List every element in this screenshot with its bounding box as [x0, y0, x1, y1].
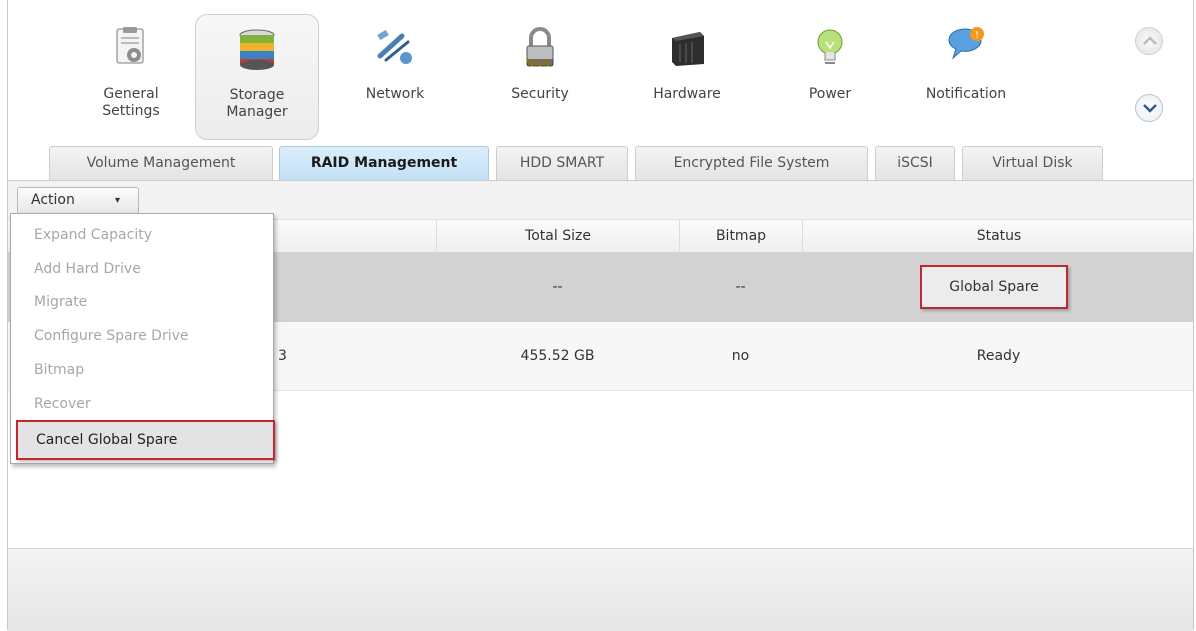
action-label: Action — [31, 192, 75, 208]
power-bulb-icon — [817, 29, 843, 64]
status-footer — [8, 548, 1193, 631]
tab-bar: Volume Management RAID Management HDD SM… — [8, 146, 1193, 180]
tab-volume-management[interactable]: Volume Management — [49, 146, 273, 180]
toolbar-label: Notification — [904, 86, 1028, 103]
general-settings-icon — [116, 27, 144, 64]
tab-hdd-smart[interactable]: HDD SMART — [496, 146, 628, 180]
cell-name — [278, 253, 298, 322]
toolbar-security[interactable]: Security — [478, 14, 602, 140]
control-panel-toolbar: General Settings Storage Manager Network… — [8, 0, 1193, 146]
column-header-bitmap[interactable]: Bitmap — [679, 220, 802, 253]
toolbar-label-line: General — [103, 86, 159, 102]
chevron-up-icon — [1143, 36, 1157, 45]
action-dropdown-button[interactable]: Action ▾ — [17, 187, 139, 214]
storage-manager-icon — [239, 29, 275, 70]
toolbar-label-line: Settings — [102, 103, 160, 119]
toolbar-label-line: Power — [808, 86, 852, 102]
toolbar-label-line: Network — [365, 86, 425, 102]
toolbar-label: Storage Manager — [196, 87, 318, 121]
toolbar-label: Network — [333, 86, 457, 103]
menu-item-add-hard-drive[interactable]: Add Hard Drive — [11, 252, 273, 286]
menu-item-cancel-global-spare[interactable]: Cancel Global Spare — [16, 420, 275, 460]
cell-status: Ready — [976, 348, 1021, 364]
cell-bitmap: no — [731, 348, 750, 364]
column-header-status[interactable]: Status — [802, 220, 1195, 253]
tab-raid-management[interactable]: RAID Management — [279, 146, 489, 180]
menu-item-expand-capacity[interactable]: Expand Capacity — [11, 218, 273, 252]
chevron-down-icon — [1143, 104, 1157, 113]
security-lock-icon — [525, 27, 554, 68]
cell-total-size: -- — [552, 279, 563, 295]
cell-total-size: 455.52 GB — [520, 348, 595, 364]
tab-iscsi[interactable]: iSCSI — [875, 146, 955, 180]
scroll-up-button[interactable] — [1135, 27, 1163, 55]
toolbar-hardware[interactable]: Hardware — [625, 14, 749, 140]
toolbar-label-line: Storage — [229, 87, 285, 103]
status-badge: Global Spare — [920, 265, 1068, 309]
hardware-icon — [672, 32, 704, 66]
svg-text:!: ! — [975, 30, 979, 41]
toolbar-power[interactable]: Power — [768, 14, 892, 140]
toolbar-label: General Settings — [69, 86, 193, 120]
toolbar-label: Power — [768, 86, 892, 103]
menu-item-configure-spare-drive[interactable]: Configure Spare Drive — [11, 319, 273, 353]
toolbar-general-settings[interactable]: General Settings — [69, 14, 193, 140]
toolbar-notification[interactable]: ! Notification — [904, 14, 1028, 140]
column-header-total-size[interactable]: Total Size — [436, 220, 679, 253]
toolbar-label: Hardware — [625, 86, 749, 103]
menu-item-migrate[interactable]: Migrate — [11, 285, 273, 319]
caret-down-icon: ▾ — [115, 195, 121, 206]
tab-virtual-disk[interactable]: Virtual Disk — [962, 146, 1103, 180]
menu-item-recover[interactable]: Recover — [11, 387, 273, 421]
menu-item-bitmap[interactable]: Bitmap — [11, 353, 273, 387]
toolbar-label-line: Notification — [925, 86, 1007, 102]
toolbar-storage-manager[interactable]: Storage Manager — [195, 14, 319, 140]
notification-icon: ! — [948, 27, 984, 60]
toolbar-label: Security — [478, 86, 602, 103]
toolbar-label-line: Manager — [226, 104, 288, 120]
cell-bitmap: -- — [735, 279, 746, 295]
cell-name: 3 — [278, 348, 287, 364]
scroll-down-button[interactable] — [1135, 94, 1163, 122]
toolbar-network[interactable]: Network — [333, 14, 457, 140]
toolbar-label-line: Hardware — [653, 86, 721, 102]
tab-encrypted-file-system[interactable]: Encrypted File System — [635, 146, 868, 180]
network-icon — [377, 29, 412, 64]
toolbar-label-line: Security — [511, 86, 569, 102]
